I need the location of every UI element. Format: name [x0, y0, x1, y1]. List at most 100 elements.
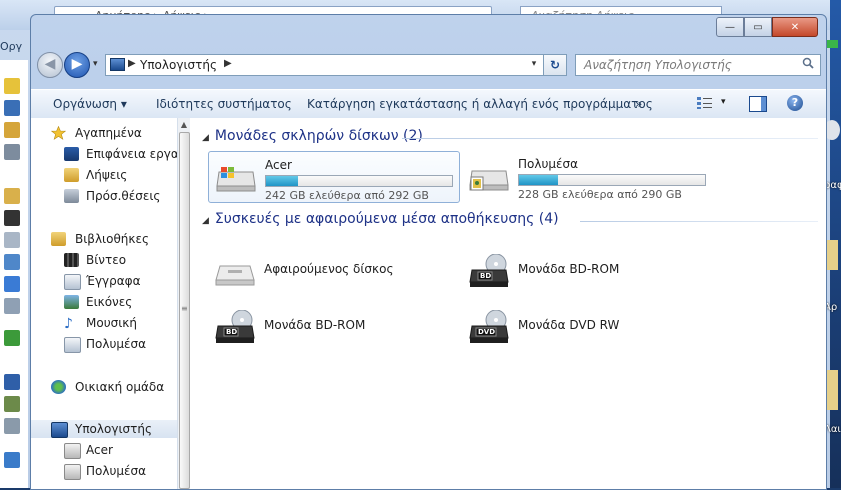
breadcrumb-separator-icon[interactable]: ▶ — [128, 58, 136, 69]
sidebar-item-acer-drive[interactable]: Acer — [31, 441, 177, 459]
back-button[interactable]: ◀ — [37, 52, 63, 78]
drive-usage-bar-media — [518, 174, 706, 186]
desktop-icon — [4, 100, 20, 116]
scroll-up-arrow-icon[interactable]: ▲ — [178, 120, 190, 129]
drive-free-text-acer: 242 GB ελεύθερα από 292 GB — [265, 189, 429, 202]
removable-disk-icon — [214, 254, 256, 288]
device-tile-bd-rom-2[interactable]: BD Μονάδα BD-ROM — [208, 302, 458, 346]
breadcrumb-separator-icon[interactable]: ▶ — [224, 58, 232, 69]
back-arrow-icon: ◀ — [44, 56, 56, 72]
minimize-button[interactable]: — — [716, 17, 744, 37]
desktop-icon — [64, 147, 79, 161]
sidebar-item-music[interactable]: ♪ Μουσική — [31, 314, 177, 332]
window-controls: — ▭ ✕ — [716, 17, 818, 37]
windows-drive-icon — [215, 164, 257, 192]
command-bar: Οργάνωση ▾ Ιδιότητες συστήματος Κατάργησ… — [31, 89, 826, 119]
media-library-icon — [64, 337, 81, 353]
organize-menu[interactable]: Οργάνωση ▾ — [53, 97, 127, 111]
sidebar-item-pictures[interactable]: Εικόνες — [31, 293, 177, 311]
view-options-chevron-icon[interactable]: ▾ — [721, 97, 726, 107]
video-icon — [4, 210, 20, 226]
drive-free-text-media: 228 GB ελεύθερα από 290 GB — [518, 188, 682, 201]
forward-button[interactable]: ▶ — [64, 52, 90, 78]
sidebar-label-media-library: Πολυμέσα — [86, 337, 147, 351]
help-icon[interactable]: ? — [787, 95, 803, 111]
sidebar-item-media-library[interactable]: Πολυμέσα — [31, 335, 177, 353]
recent-places-icon — [64, 189, 79, 203]
sidebar-label-desktop: Επιφάνεια εργασ — [86, 147, 187, 161]
system-properties-button[interactable]: Ιδιότητες συστήματος — [156, 97, 292, 111]
dvd-rw-icon: DVD — [468, 309, 510, 344]
maximize-button[interactable]: ▭ — [744, 17, 772, 37]
device-name-bd-rom-1: Μονάδα BD-ROM — [518, 262, 620, 276]
bd-rom-icon: BD — [214, 309, 256, 344]
bd-rom-icon: BD — [468, 253, 510, 288]
library-icon — [4, 188, 20, 204]
search-icon[interactable] — [802, 57, 814, 73]
star-icon — [4, 78, 20, 94]
close-button[interactable]: ✕ — [772, 17, 818, 37]
sidebar-item-libraries[interactable]: Βιβλιοθήκες — [31, 230, 177, 248]
sidebar-label-homegroup: Οικιακή ομάδα — [75, 380, 165, 394]
sidebar-item-computer[interactable]: Υπολογιστής — [31, 420, 177, 438]
windows-drive-icon — [64, 443, 81, 459]
collapse-triangle-icon[interactable]: ◢ — [202, 133, 209, 143]
sidebar-label-media-drive: Πολυμέσα — [86, 464, 147, 478]
removable-group-header[interactable]: ◢ Συσκευές με αφαιρούμενα μέσα αποθήκευση… — [202, 211, 559, 227]
drive-name-media: Πολυμέσα — [518, 157, 579, 171]
hard-drive-icon — [64, 464, 81, 480]
pictures-icon — [64, 295, 79, 309]
device-name-bd-rom-2: Μονάδα BD-ROM — [264, 318, 366, 332]
documents-icon — [64, 274, 81, 290]
breadcrumb-computer[interactable]: Υπολογιστής — [140, 58, 217, 72]
recent-pages-chevron-icon[interactable]: ▾ — [93, 59, 98, 69]
uninstall-program-button[interactable]: Κατάργηση εγκατάστασης ή αλλαγή ενός προ… — [307, 97, 653, 111]
sidebar-label-computer: Υπολογιστής — [75, 422, 152, 436]
navigation-row: ◀ ▶ ▾ ▶ Υπολογιστής ▶ ▾ ↻ Αναζήτηση Υπολ… — [31, 49, 826, 79]
drive-usage-fill — [266, 176, 298, 186]
sidebar-label-music: Μουσική — [86, 316, 137, 330]
sidebar-label-pictures: Εικόνες — [86, 295, 133, 309]
device-tile-dvd-rw[interactable]: DVD Μονάδα DVD RW — [462, 302, 712, 346]
scrollbar-grip-icon: ≡ — [181, 304, 188, 313]
navigation-pane-scrollbar[interactable]: ▲ ≡ — [177, 118, 190, 489]
music-icon — [4, 276, 20, 292]
address-dropdown-icon[interactable]: ▾ — [526, 54, 542, 74]
preview-pane-icon[interactable] — [749, 96, 767, 112]
background-nav-pane — [0, 60, 28, 488]
bd-badge: BD — [226, 328, 238, 336]
drive-usage-bar-acer — [265, 175, 453, 187]
device-tile-removable-disk[interactable]: Αφαιρούμενος δίσκος — [208, 246, 458, 290]
folder-icon — [4, 122, 20, 138]
background-organize-fragment[interactable]: Οργ — [0, 40, 30, 58]
device-name-dvd-rw: Μονάδα DVD RW — [518, 318, 620, 332]
hard-drives-group-header[interactable]: ◢ Μονάδες σκληρών δίσκων (2) — [202, 128, 423, 144]
navigation-pane: Αγαπημένα Επιφάνεια εργασ Λήψεις Πρόσ.θέ… — [31, 118, 186, 489]
drive-tile-media[interactable]: Πολυμέσα 228 GB ελεύθερα από 290 GB — [462, 151, 712, 201]
sidebar-item-desktop[interactable]: Επιφάνεια εργασ — [31, 145, 186, 163]
sidebar-item-videos[interactable]: Βίντεο — [31, 251, 177, 269]
device-name-removable-disk: Αφαιρούμενος δίσκος — [264, 262, 394, 276]
sidebar-item-favorites[interactable]: Αγαπημένα — [31, 124, 177, 142]
sidebar-item-recent-places[interactable]: Πρόσ.θέσεις — [31, 187, 177, 205]
group-divider — [402, 138, 818, 139]
hard-drives-header-text: Μονάδες σκληρών δίσκων (2) — [214, 128, 423, 144]
sidebar-item-documents[interactable]: Έγγραφα — [31, 272, 177, 290]
bd-badge: BD — [480, 272, 492, 280]
drive-tile-acer[interactable]: Acer 242 GB ελεύθερα από 292 GB — [208, 151, 460, 203]
search-input[interactable]: Αναζήτηση Υπολογιστής — [575, 54, 821, 76]
network-icon — [4, 452, 20, 468]
sidebar-item-homegroup[interactable]: Οικιακή ομάδα — [31, 378, 177, 396]
address-bar[interactable]: ▶ Υπολογιστής ▶ — [105, 54, 545, 76]
sidebar-item-media-drive[interactable]: Πολυμέσα — [31, 462, 177, 480]
change-view-icon[interactable] — [696, 96, 714, 110]
drive-icon — [4, 396, 20, 412]
sidebar-item-downloads[interactable]: Λήψεις — [31, 166, 177, 184]
search-placeholder: Αναζήτηση Υπολογιστής — [584, 58, 732, 72]
device-tile-bd-rom-1[interactable]: BD Μονάδα BD-ROM — [462, 246, 712, 290]
libraries-icon — [51, 232, 66, 246]
more-commands-button[interactable]: » — [635, 97, 642, 111]
sidebar-label-videos: Βίντεο — [86, 253, 127, 267]
refresh-button[interactable]: ↻ — [543, 54, 567, 76]
collapse-triangle-icon[interactable]: ◢ — [202, 216, 209, 226]
